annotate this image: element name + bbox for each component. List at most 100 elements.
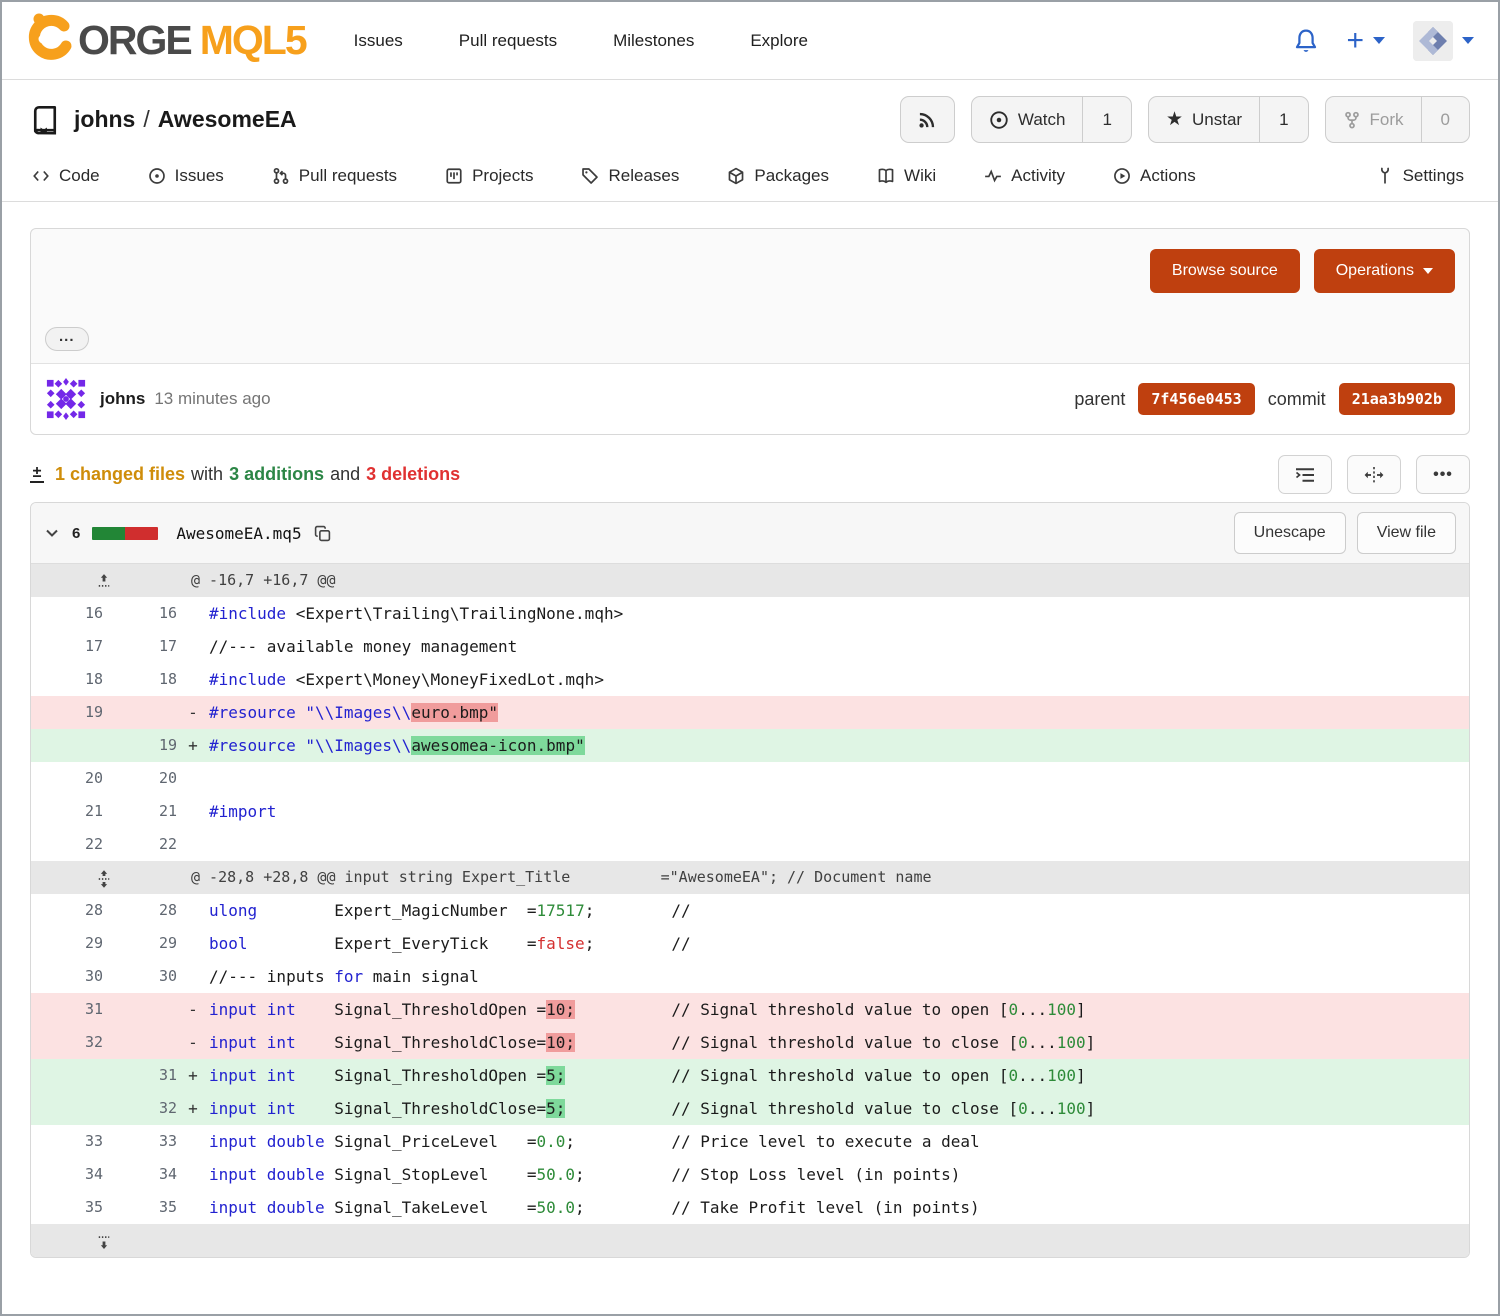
expand-hunk-both-button[interactable] xyxy=(97,870,111,888)
new-line-number[interactable]: 21 xyxy=(103,795,177,828)
tab-issues[interactable]: Issues xyxy=(146,151,226,201)
diff-op-sign: + xyxy=(177,729,209,762)
expand-hunk-down-button[interactable] xyxy=(97,1234,111,1249)
user-menu[interactable] xyxy=(1413,21,1474,61)
nav-link-explore[interactable]: Explore xyxy=(750,31,808,51)
diff-op-sign xyxy=(177,663,209,696)
page: ORGE MQL5 Issues Pull requests Milestone… xyxy=(0,0,1500,1316)
diff-op-sign xyxy=(177,630,209,663)
commit-hash-link[interactable]: 21aa3b902b xyxy=(1339,383,1455,415)
more-options-button[interactable]: ••• xyxy=(1416,455,1470,494)
browse-source-button[interactable]: Browse source xyxy=(1150,249,1300,293)
commit-more-button[interactable]: ... xyxy=(45,327,89,351)
old-line-number[interactable]: 17 xyxy=(31,630,103,663)
old-line-number[interactable]: 19 xyxy=(31,696,103,729)
author-name[interactable]: johns xyxy=(100,389,145,409)
tab-packages[interactable]: Packages xyxy=(725,151,831,201)
old-line-number[interactable]: 20 xyxy=(31,762,103,795)
old-line-number[interactable]: 29 xyxy=(31,927,103,960)
new-line-number[interactable]: 18 xyxy=(103,663,177,696)
old-line-number[interactable]: 32 xyxy=(31,1026,103,1059)
new-line-number[interactable]: 16 xyxy=(103,597,177,630)
old-line-number[interactable]: 21 xyxy=(31,795,103,828)
old-line-number[interactable]: 33 xyxy=(31,1125,103,1158)
new-line-number[interactable]: 30 xyxy=(103,960,177,993)
package-icon xyxy=(727,167,745,185)
new-line-number[interactable]: 33 xyxy=(103,1125,177,1158)
diff-op-sign: - xyxy=(177,993,209,1026)
diffstat-deletions-bar xyxy=(125,527,158,540)
old-line-number[interactable] xyxy=(31,1059,103,1092)
diff-line-row: 19+#resource "\\Images\\awesomea-icon.bm… xyxy=(31,729,1469,762)
author-avatar[interactable] xyxy=(45,378,87,420)
diff-hunk-row: @ -16,7 +16,7 @@ xyxy=(31,564,1469,597)
copy-filename-icon[interactable] xyxy=(314,525,331,542)
nav-link-pull-requests[interactable]: Pull requests xyxy=(459,31,557,51)
old-line-number[interactable] xyxy=(31,1092,103,1125)
new-line-number[interactable]: 29 xyxy=(103,927,177,960)
forge-mql5-logo[interactable]: ORGE MQL5 xyxy=(26,12,306,69)
diff-op-sign: + xyxy=(177,1059,209,1092)
tab-pull-requests[interactable]: Pull requests xyxy=(270,151,399,201)
code-line: input double Signal_StopLevel =50.0; // … xyxy=(177,1158,1469,1191)
parent-hash-link[interactable]: 7f456e0453 xyxy=(1138,383,1254,415)
new-line-number[interactable]: 19 xyxy=(103,729,177,762)
new-line-number[interactable]: 22 xyxy=(103,828,177,861)
rss-button[interactable] xyxy=(900,96,955,143)
chevron-down-icon xyxy=(1462,37,1474,44)
diff-op-sign xyxy=(177,927,209,960)
tab-actions[interactable]: Actions xyxy=(1111,151,1198,201)
old-line-number[interactable]: 35 xyxy=(31,1191,103,1224)
old-line-number[interactable]: 16 xyxy=(31,597,103,630)
old-line-number[interactable]: 34 xyxy=(31,1158,103,1191)
new-line-number[interactable]: 35 xyxy=(103,1191,177,1224)
view-file-button[interactable]: View file xyxy=(1357,512,1456,554)
new-line-number[interactable]: 34 xyxy=(103,1158,177,1191)
parent-label: parent xyxy=(1074,389,1125,410)
star-count[interactable]: 1 xyxy=(1259,97,1307,142)
repo-name-link[interactable]: AwesomeEA xyxy=(158,106,297,132)
split-view-button[interactable] xyxy=(1347,455,1401,494)
tab-code[interactable]: Code xyxy=(30,151,102,201)
old-line-number[interactable]: 22 xyxy=(31,828,103,861)
new-line-number[interactable]: 17 xyxy=(103,630,177,663)
unstar-button[interactable]: ★ Unstar 1 xyxy=(1148,96,1309,143)
fork-button[interactable]: Fork 0 xyxy=(1325,96,1470,143)
new-line-number[interactable]: 31 xyxy=(103,1059,177,1092)
whitespace-options-button[interactable] xyxy=(1278,455,1332,494)
diff-op-sign xyxy=(177,795,209,828)
notifications-bell-icon[interactable] xyxy=(1294,28,1318,54)
collapse-file-icon[interactable] xyxy=(44,525,60,541)
old-line-number[interactable]: 18 xyxy=(31,663,103,696)
tab-projects[interactable]: Projects xyxy=(443,151,535,201)
nav-link-milestones[interactable]: Milestones xyxy=(613,31,694,51)
operations-dropdown-button[interactable]: Operations xyxy=(1314,249,1455,293)
new-line-number[interactable] xyxy=(103,993,177,1026)
unescape-button[interactable]: Unescape xyxy=(1234,512,1346,554)
code-line: //--- inputs for main signal xyxy=(177,960,1469,993)
new-line-number[interactable]: 32 xyxy=(103,1092,177,1125)
create-new-menu[interactable]: + xyxy=(1346,26,1385,56)
pull-request-icon xyxy=(272,167,290,185)
old-line-number[interactable]: 31 xyxy=(31,993,103,1026)
old-line-number[interactable]: 30 xyxy=(31,960,103,993)
changed-files-link[interactable]: 1 changed files xyxy=(55,464,185,485)
repo-owner-link[interactable]: johns xyxy=(74,106,135,132)
tab-wiki[interactable]: Wiki xyxy=(875,151,938,201)
commit-author-row: johns 13 minutes ago parent 7f456e0453 c… xyxy=(31,363,1469,434)
fork-count[interactable]: 0 xyxy=(1421,97,1469,142)
old-line-number[interactable]: 28 xyxy=(31,894,103,927)
nav-link-issues[interactable]: Issues xyxy=(354,31,403,51)
watch-button[interactable]: Watch 1 xyxy=(971,96,1132,143)
tab-releases[interactable]: Releases xyxy=(579,151,681,201)
diff-line-row: 1616 #include <Expert\Trailing\TrailingN… xyxy=(31,597,1469,630)
expand-hunk-up-button[interactable] xyxy=(97,574,111,589)
new-line-number[interactable]: 20 xyxy=(103,762,177,795)
new-line-number[interactable] xyxy=(103,1026,177,1059)
watch-count[interactable]: 1 xyxy=(1082,97,1130,142)
old-line-number[interactable] xyxy=(31,729,103,762)
new-line-number[interactable] xyxy=(103,696,177,729)
tab-settings[interactable]: Settings xyxy=(1374,151,1466,201)
tab-activity[interactable]: Activity xyxy=(982,151,1067,201)
new-line-number[interactable]: 28 xyxy=(103,894,177,927)
